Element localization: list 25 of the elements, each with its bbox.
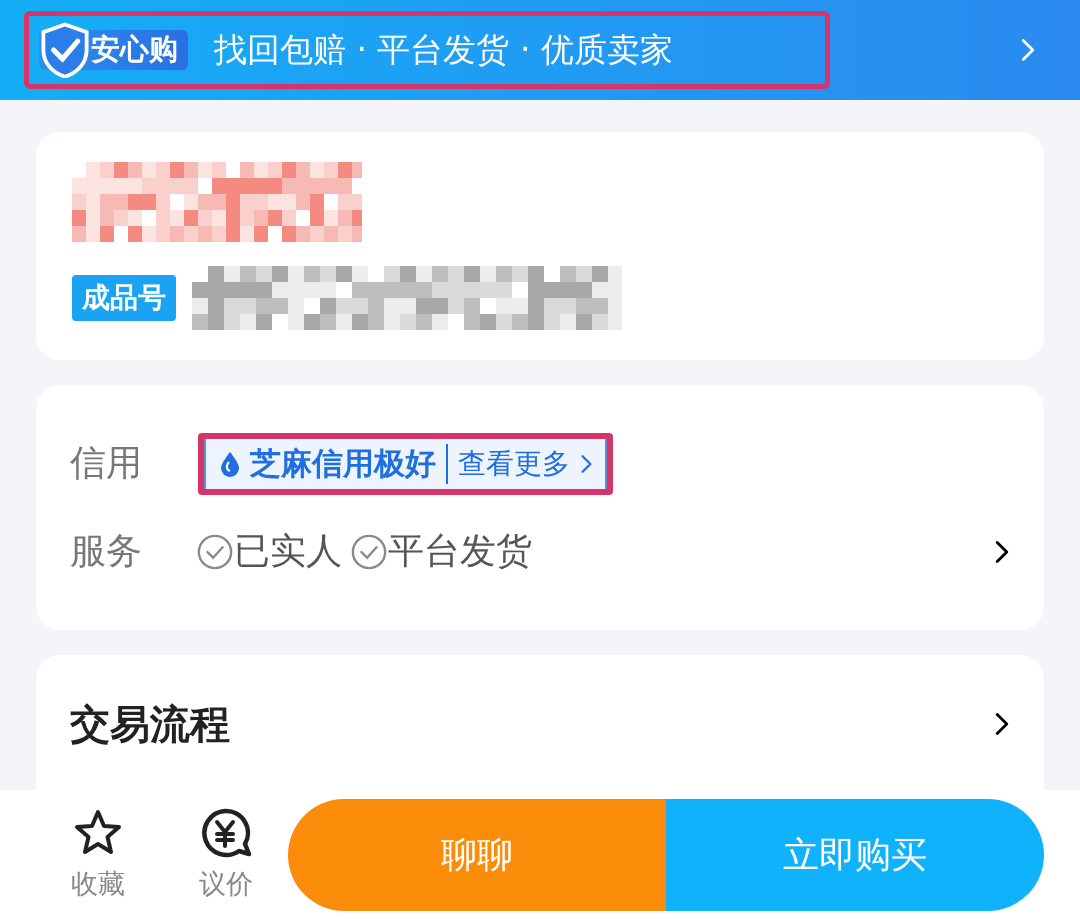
check-circle-icon [196,532,234,571]
guarantee-banner[interactable]: 安心购 找回包赔 · 平台发货 · 优质卖家 [0,0,1080,100]
buy-button[interactable]: 立即购买 [666,799,1044,911]
row-label: 服务 [70,529,143,573]
credit-value: 芝麻信用极好 [250,443,436,483]
shield-icon [39,22,91,78]
action-label[interactable]: 议价 [199,866,253,902]
credit-chip[interactable]: 芝麻信用极好 查看更多 [204,438,607,489]
chevron-right-icon [994,538,1010,565]
chevron-right-icon [580,452,593,475]
drop-icon [220,450,240,477]
chevron-right-icon [994,711,1010,737]
service-item: 已实人 [234,529,342,573]
chat-button[interactable]: 聊聊 [288,799,666,911]
listing-tag: 成品号 [72,275,176,321]
chevron-right-icon[interactable] [1020,37,1036,63]
check-circle-icon [350,532,388,571]
section-title: 交易流程 [70,699,230,749]
action-label[interactable]: 收藏 [71,866,125,902]
yen-bubble-icon[interactable] [199,808,253,858]
see-more-link[interactable]: 查看更多 [458,444,570,483]
service-item: 平台发货 [388,529,532,573]
row-label: 信用 [70,441,143,485]
guarantee-text: 找回包赔 · 平台发货 · 优质卖家 [214,28,673,71]
badge-label: 安心购 [91,31,178,68]
